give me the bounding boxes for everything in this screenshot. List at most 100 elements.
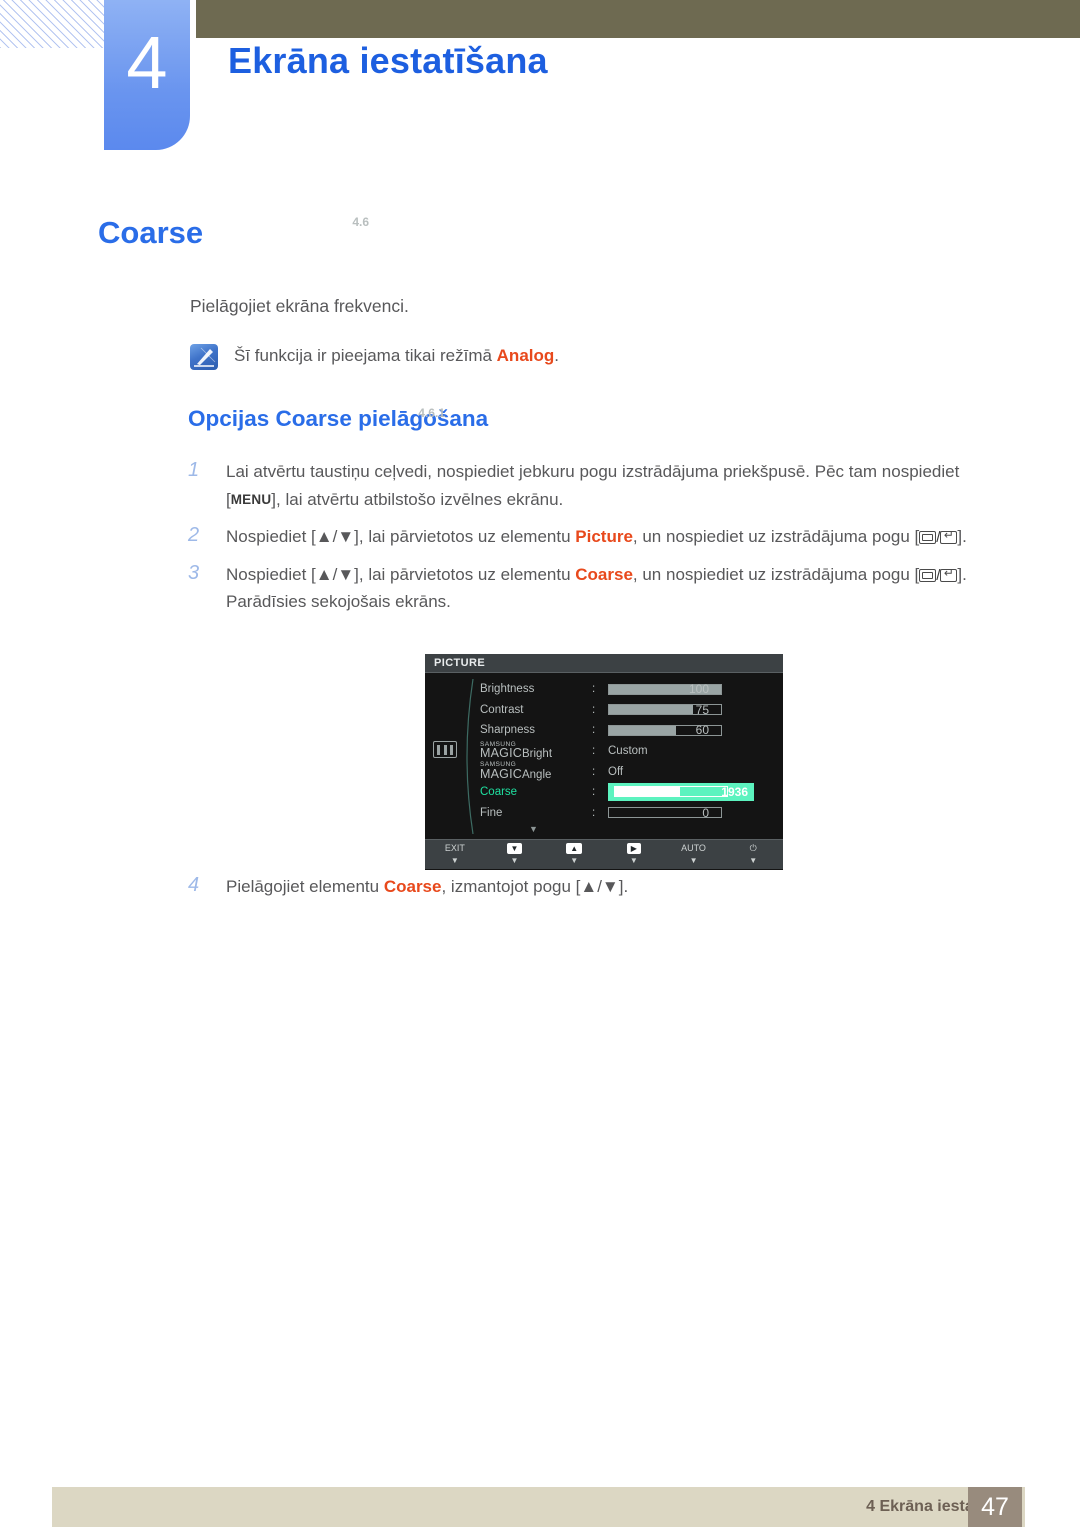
step-text: Pielāgojiet elementu Coarse, izmantojot …	[226, 873, 628, 901]
caret-down-icon: ▼	[570, 855, 579, 865]
osd-colon: :	[592, 703, 596, 716]
osd-button-exit[interactable]: EXIT ▼	[425, 843, 485, 865]
osd-title: PICTURE	[425, 654, 783, 673]
note-highlight: Analog	[496, 346, 555, 365]
osd-value: 0	[702, 805, 709, 820]
osd-label: Brightness	[480, 683, 535, 696]
osd-label: Contrast	[480, 703, 524, 716]
osd-button-auto[interactable]: AUTO ▼	[664, 843, 724, 865]
step-text: Nospiediet [▲/▼], lai pārvietotos uz ele…	[226, 523, 967, 551]
step-text-part1: Nospiediet [▲/▼], lai pārvietotos uz ele…	[226, 527, 576, 547]
step-item: 2 Nospiediet [▲/▼], lai pārvietotos uz e…	[188, 523, 998, 551]
osd-button-power[interactable]: ⏻ ▼	[723, 843, 783, 865]
osd-button-enter[interactable]: ▶ ▼	[604, 843, 664, 865]
osd-row-magicbright[interactable]: SAMSUNG MAGICBright : Custom	[480, 741, 777, 762]
note-block: Šī funkcija ir pieejama tikai režīmā Ana…	[190, 344, 559, 370]
step-number: 2	[188, 524, 200, 547]
arrow-right-icon: ▶	[626, 843, 641, 854]
step-text: Lai atvērtu taustiņu ceļvedi, nospiediet…	[226, 458, 998, 513]
step-text-part2: ], lai atvērtu atbilstošo izvēlnes ekrān…	[271, 489, 564, 509]
step-text-part1: Pielāgojiet elementu	[226, 877, 384, 896]
osd-row-fine[interactable]: Fine : 0	[480, 803, 777, 824]
osd-value: 100	[688, 682, 709, 697]
caret-down-icon: ▼	[689, 855, 698, 865]
power-icon: ⏻	[749, 843, 757, 853]
magic-word: Bright	[521, 748, 553, 761]
osd-selected-highlight[interactable]: 1936	[608, 782, 754, 801]
note-pencil-icon	[190, 344, 218, 370]
osd-rows: Brightness : 100 Contrast : 75 Sharpness…	[480, 679, 777, 823]
osd-label: Sharpness	[480, 724, 535, 737]
step-number: 4	[188, 874, 200, 896]
caret-down-icon: ▼	[749, 855, 758, 865]
step-number: 1	[188, 459, 200, 481]
osd-value: 1936	[721, 784, 748, 799]
enter-button-icon	[940, 566, 958, 582]
osd-scroll-down-icon[interactable]: ▼	[529, 824, 538, 834]
chapter-number-tab: 4	[104, 0, 190, 150]
section-intro-text: Pielāgojiet ekrāna frekvenci.	[190, 296, 409, 316]
osd-value: 60	[695, 723, 709, 738]
decorative-hatch-pattern	[0, 0, 104, 48]
section-number: 4.6	[352, 215, 369, 229]
osd-value: 75	[695, 702, 709, 717]
osd-button-label: EXIT	[444, 843, 465, 853]
subsection-heading: 4.6.1 Opcijas Coarse pielāgošana	[188, 406, 488, 432]
osd-label: Coarse	[480, 786, 518, 799]
footer-page-number: 47	[968, 1487, 1022, 1527]
step-text-part1: Nospiediet [▲/▼], lai pārvietotos uz ele…	[226, 564, 576, 584]
steps-list-after-image: 4 Pielāgojiet elementu Coarse, izmantojo…	[188, 873, 998, 911]
osd-row-coarse[interactable]: Coarse : 1936	[480, 782, 777, 803]
osd-colon: :	[592, 786, 596, 799]
osd-row-brightness[interactable]: Brightness : 100	[480, 679, 777, 700]
osd-label: SAMSUNG MAGICBright	[480, 741, 592, 761]
osd-value: Custom	[608, 745, 648, 758]
step-text-part2: , un nospiediet uz izstrādājuma pogu [	[632, 527, 920, 547]
section-heading: 4.6 Coarse	[98, 215, 369, 251]
osd-body: Brightness : 100 Contrast : 75 Sharpness…	[425, 673, 783, 839]
note-text-before: Šī funkcija ir pieejama tikai režīmā	[234, 346, 497, 365]
arrow-down-icon: ▼	[506, 843, 523, 854]
note-text: Šī funkcija ir pieejama tikai režīmā Ana…	[234, 344, 559, 366]
osd-row-magicangle[interactable]: SAMSUNG MAGICAngle : Off	[480, 761, 777, 782]
step-text-part2: , un nospiediet uz izstrādājuma pogu [	[632, 564, 920, 584]
arrow-up-icon: ▲	[566, 843, 583, 854]
step-highlight: Coarse	[575, 564, 633, 584]
subsection-number: 4.6.1	[418, 406, 445, 420]
caret-down-icon: ▼	[510, 855, 519, 865]
magic-brand-main: MAGIC	[480, 766, 522, 781]
osd-button-label: AUTO	[681, 843, 706, 853]
header-olive-bar	[196, 0, 1080, 38]
step-item: 3 Nospiediet [▲/▼], lai pārvietotos uz e…	[188, 561, 998, 616]
osd-colon: :	[592, 765, 596, 778]
note-text-after: .	[554, 346, 559, 365]
osd-row-contrast[interactable]: Contrast : 75	[480, 700, 777, 721]
caret-down-icon: ▼	[450, 855, 459, 865]
osd-colon: :	[592, 745, 596, 758]
step-text-part3: ].	[957, 527, 967, 547]
source-button-icon	[919, 568, 937, 582]
step-text-part2: , izmantojot pogu [▲/▼].	[441, 877, 629, 896]
section-title: Coarse	[98, 215, 204, 250]
osd-colon: :	[592, 683, 596, 696]
source-button-icon	[919, 531, 937, 545]
osd-button-up[interactable]: ▲ ▼	[544, 843, 604, 865]
osd-footer-buttons: EXIT ▼ ▼ ▼ ▲ ▼ ▶ ▼ AUTO ▼ ⏻ ▼	[425, 839, 783, 869]
step-number: 3	[188, 561, 200, 584]
osd-button-down[interactable]: ▼ ▼	[485, 843, 545, 865]
step-item: 1 Lai atvērtu taustiņu ceļvedi, nospiedi…	[188, 458, 998, 513]
picture-bars-icon	[433, 741, 457, 758]
caret-down-icon: ▼	[629, 855, 638, 865]
osd-row-sharpness[interactable]: Sharpness : 60	[480, 720, 777, 741]
enter-button-icon	[940, 528, 958, 545]
osd-label: Fine	[480, 806, 503, 819]
osd-label: SAMSUNG MAGICAngle	[480, 762, 592, 781]
osd-menu-screenshot: PICTURE Brightness : 100 Contrast : 75 S…	[425, 654, 783, 870]
osd-value: Off	[608, 765, 624, 778]
step-item: 4 Pielāgojiet elementu Coarse, izmantojo…	[188, 873, 998, 901]
osd-colon: :	[592, 724, 596, 737]
chapter-number: 4	[126, 21, 168, 104]
steps-list: 1 Lai atvērtu taustiņu ceļvedi, nospiedi…	[188, 458, 998, 626]
osd-decorative-curve	[466, 679, 474, 834]
step-highlight: Picture	[575, 527, 633, 547]
